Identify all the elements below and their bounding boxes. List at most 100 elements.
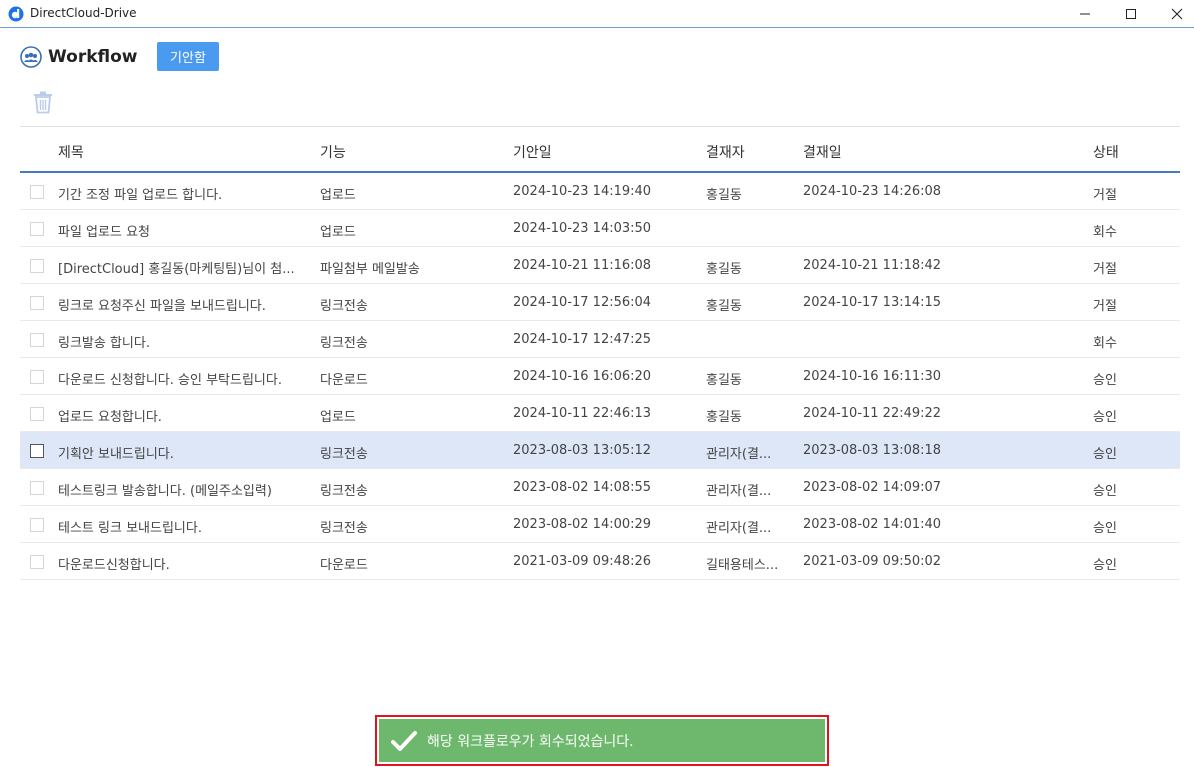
column-header-approver[interactable]: 결재자 [706,142,784,162]
window-titlebar: DirectCloud-Drive [0,0,1194,28]
row-title: 다운로드신청합니다. [58,558,170,573]
table-row[interactable]: [DirectCloud] 홍길동(마케팅팀)님이 첨... 파일첨부 메일발송… [20,247,1180,284]
table-row[interactable]: 기간 조정 파일 업로드 합니다. 업로드 2024-10-23 14:19:4… [20,173,1180,210]
row-checkbox[interactable] [30,296,44,310]
row-status: 승인 [1093,484,1117,499]
directcloud-logo-icon [8,6,24,22]
row-function: 링크전송 [320,484,368,499]
row-draft-date: 2024-10-21 11:16:08 [513,258,652,273]
row-function: 업로드 [320,410,356,425]
table-row[interactable]: 테스트링크 발송합니다. (메일주소입력) 링크전송 2023-08-02 14… [20,469,1180,506]
row-function: 링크전송 [320,299,368,314]
minimize-button[interactable] [1062,0,1108,28]
row-approval-date: 2024-10-11 22:49:22 [803,406,942,421]
table-row[interactable]: 테스트 링크 보내드립니다. 링크전송 2023-08-02 14:00:29 … [20,506,1180,543]
row-approval-date: 2024-10-23 14:26:08 [803,184,942,199]
row-status: 거절 [1093,188,1117,203]
row-checkbox[interactable] [30,518,44,532]
row-approval-date: 2023-08-02 14:01:40 [803,517,942,532]
row-status: 승인 [1093,410,1117,425]
row-approval-date: 2024-10-21 11:18:42 [803,258,942,273]
table-header: 제목 기능 기안일 결재자 결재일 상태 [20,126,1180,173]
row-approver: 홍길동 [706,410,742,425]
row-checkbox[interactable] [30,333,44,347]
column-header-status[interactable]: 상태 [1093,142,1153,162]
row-title: 테스트 링크 보내드립니다. [58,521,202,536]
maximize-button[interactable] [1108,0,1154,28]
row-checkbox[interactable] [30,370,44,384]
row-approver: 홍길동 [706,299,742,314]
row-status: 승인 [1093,521,1117,536]
row-approval-date: 2023-08-02 14:09:07 [803,480,942,495]
row-title: 테스트링크 발송합니다. (메일주소입력) [58,484,272,499]
row-function: 다운로드 [320,558,368,573]
window-title: DirectCloud-Drive [30,6,137,20]
row-draft-date: 2023-08-02 14:08:55 [513,480,652,495]
minimize-icon [1080,13,1090,15]
toast-body: 해당 워크플로우가 회수되었습니다. [379,719,825,762]
page-title: Workflow [48,47,138,67]
row-approver: 관리자(결... [706,521,772,536]
toast-message: 해당 워크플로우가 회수되었습니다. [427,733,634,750]
column-header-title[interactable]: 제목 [58,142,313,162]
row-checkbox[interactable] [30,222,44,236]
row-draft-date: 2024-10-16 16:06:20 [513,369,652,384]
column-header-function[interactable]: 기능 [320,142,500,162]
row-status: 회수 [1093,336,1117,351]
close-button[interactable] [1154,0,1194,28]
row-draft-date: 2024-10-23 14:03:50 [513,221,652,236]
row-status: 승인 [1093,373,1117,388]
column-header-approval-date[interactable]: 결재일 [803,142,1003,162]
row-checkbox[interactable] [30,407,44,421]
row-function: 업로드 [320,188,356,203]
row-approval-date: 2021-03-09 09:50:02 [803,554,942,569]
table-row[interactable]: 다운로드신청합니다. 다운로드 2021-03-09 09:48:26 길태용테… [20,543,1180,580]
row-checkbox[interactable] [30,185,44,199]
table-row[interactable]: 다운로드 신청합니다. 승인 부탁드립니다. 다운로드 2024-10-16 1… [20,358,1180,395]
table-row[interactable]: 파일 업로드 요청 업로드 2024-10-23 14:03:50 회수 [20,210,1180,247]
row-title: 파일 업로드 요청 [58,225,150,240]
row-function: 다운로드 [320,373,368,388]
row-approver: 길태용테스... [706,558,779,573]
table-row[interactable]: 업로드 요청합니다. 업로드 2024-10-11 22:46:13 홍길동 2… [20,395,1180,432]
row-draft-date: 2024-10-17 12:56:04 [513,295,652,310]
workflow-table: 제목 기능 기안일 결재자 결재일 상태 기간 조정 파일 업로드 합니다. 업… [20,126,1180,580]
row-function: 링크전송 [320,521,368,536]
toast-notification: 해당 워크플로우가 회수되었습니다. [375,715,829,766]
row-checkbox[interactable] [30,481,44,495]
row-approver: 홍길동 [706,262,742,277]
row-draft-date: 2024-10-17 12:47:25 [513,332,652,347]
check-icon [391,730,417,751]
row-status: 거절 [1093,299,1117,314]
row-approver: 홍길동 [706,373,742,388]
row-status: 거절 [1093,262,1117,277]
row-function: 파일첨부 메일발송 [320,262,420,277]
row-checkbox[interactable] [30,444,44,458]
trash-icon [34,91,52,114]
row-draft-date: 2023-08-03 13:05:12 [513,443,652,458]
row-title: [DirectCloud] 홍길동(마케팅팀)님이 첨... [58,262,295,277]
delete-button[interactable] [32,90,54,114]
row-function: 링크전송 [320,447,368,462]
row-title: 업로드 요청합니다. [58,410,162,425]
row-title: 링크로 요청주신 파일을 보내드립니다. [58,299,266,314]
row-approval-date: 2024-10-16 16:11:30 [803,369,942,384]
workflow-people-icon [20,46,42,68]
row-checkbox[interactable] [30,555,44,569]
close-icon [1171,8,1183,20]
table-row[interactable]: 링크로 요청주신 파일을 보내드립니다. 링크전송 2024-10-17 12:… [20,284,1180,321]
table-row-selected[interactable]: 기획안 보내드립니다. 링크전송 2023-08-03 13:05:12 관리자… [20,432,1180,469]
row-status: 승인 [1093,558,1117,573]
row-draft-date: 2024-10-23 14:19:40 [513,184,652,199]
row-draft-date: 2023-08-02 14:00:29 [513,517,652,532]
row-approver: 관리자(결... [706,447,772,462]
row-checkbox[interactable] [30,259,44,273]
row-title: 기획안 보내드립니다. [58,447,174,462]
column-header-draft-date[interactable]: 기안일 [513,142,693,162]
table-row[interactable]: 링크발송 합니다. 링크전송 2024-10-17 12:47:25 회수 [20,321,1180,358]
tab-drafts[interactable]: 기안함 [157,42,219,71]
row-draft-date: 2021-03-09 09:48:26 [513,554,652,569]
row-function: 링크전송 [320,336,368,351]
row-approver: 홍길동 [706,188,742,203]
row-status: 승인 [1093,447,1117,462]
